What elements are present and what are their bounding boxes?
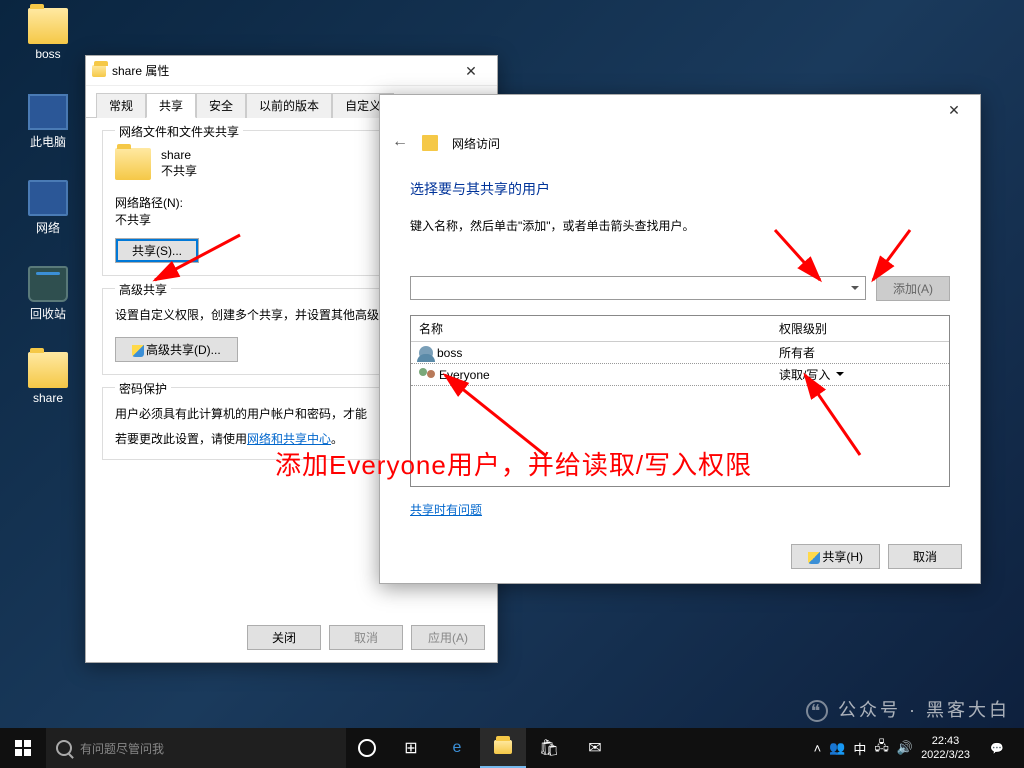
search-box[interactable]: 有问题尽管问我 — [46, 728, 346, 768]
search-icon — [56, 740, 72, 756]
windows-icon — [15, 740, 31, 756]
user-name: boss — [437, 346, 462, 360]
share-button[interactable]: 共享(S)... — [115, 238, 199, 263]
group-icon — [419, 368, 435, 382]
shield-icon — [132, 345, 144, 357]
mail-icon[interactable]: ✉ — [572, 728, 618, 768]
section-title: 密码保护 — [115, 380, 171, 397]
shield-icon — [808, 552, 820, 564]
close-icon[interactable]: ✕ — [934, 96, 974, 124]
properties-title: share 属性 — [112, 62, 451, 79]
cancel-button[interactable]: 取消 — [888, 544, 962, 569]
taskbar: 有问题尽管问我 ⊞ e 🛍 ✉ ˄ 👥 中 🖧 🔊 22:43 2022/3/2… — [0, 728, 1024, 768]
perm-dropdown[interactable]: 读取/写入 — [771, 366, 949, 383]
folder-icon — [115, 148, 151, 180]
desktop-icon-network[interactable]: 网络 — [18, 180, 78, 236]
clock[interactable]: 22:43 2022/3/23 — [921, 734, 970, 762]
explorer-icon[interactable] — [480, 728, 526, 768]
user-combo[interactable] — [410, 276, 866, 300]
advanced-share-button[interactable]: 高级共享(D)... — [115, 337, 238, 362]
col-header-perm[interactable]: 权限级别 — [771, 316, 949, 341]
apply-button[interactable]: 应用(A) — [411, 625, 485, 650]
tab-sharing[interactable]: 共享 — [146, 93, 196, 118]
cortana-icon[interactable] — [358, 739, 376, 757]
heading: 选择要与其共享的用户 — [410, 179, 950, 199]
tray-network-icon[interactable]: 🖧 — [874, 737, 889, 759]
close-icon[interactable]: ✕ — [451, 57, 491, 85]
notifications-icon[interactable]: 💬 — [978, 728, 1016, 768]
chevron-down-icon — [836, 372, 844, 380]
col-header-name[interactable]: 名称 — [411, 316, 771, 341]
tray-volume-icon[interactable]: 🔊 — [897, 740, 913, 756]
network-access-window: ✕ ← 网络访问 选择要与其共享的用户 键入名称，然后单击"添加"，或者单击箭头… — [379, 94, 981, 584]
properties-titlebar[interactable]: share 属性 ✕ — [86, 56, 497, 86]
start-button[interactable] — [0, 728, 46, 768]
table-row[interactable]: boss 所有者 — [411, 342, 949, 363]
close-button[interactable]: 关闭 — [247, 625, 321, 650]
description: 键入名称，然后单击"添加"，或者单击箭头查找用户。 — [410, 217, 950, 234]
share-button[interactable]: 共享(H) — [791, 544, 880, 569]
add-button[interactable]: 添加(A) — [876, 276, 950, 301]
tray-chevron-icon[interactable]: ˄ — [814, 741, 822, 756]
permissions-grid: 名称 权限级别 boss 所有者 Everyone 读取/写入 — [410, 315, 950, 487]
user-icon — [419, 346, 433, 360]
tray-people-icon[interactable]: 👥 — [829, 740, 845, 756]
edge-icon[interactable]: e — [434, 728, 480, 768]
folder-icon — [92, 65, 106, 77]
desktop-icon-share[interactable]: share — [18, 352, 78, 405]
share-status: 不共享 — [161, 162, 197, 179]
task-view-icon[interactable]: ⊞ — [388, 728, 434, 768]
desktop-icon-recycle[interactable]: 回收站 — [18, 266, 78, 322]
tab-general[interactable]: 常规 — [96, 93, 146, 118]
network-center-link[interactable]: 网络和共享中心 — [247, 432, 331, 446]
folder-icon — [422, 135, 438, 151]
user-name: Everyone — [439, 368, 490, 382]
back-icon[interactable]: ← — [392, 133, 412, 153]
section-title: 高级共享 — [115, 281, 171, 298]
share-name: share — [161, 148, 197, 162]
tray-ime-icon[interactable]: 中 — [853, 739, 866, 758]
watermark: ❝公众号 · 黑客大白 — [806, 696, 1010, 722]
desktop-icon-boss[interactable]: boss — [18, 8, 78, 61]
cancel-button[interactable]: 取消 — [329, 625, 403, 650]
section-title: 网络文件和文件夹共享 — [115, 123, 243, 140]
search-placeholder: 有问题尽管问我 — [80, 740, 164, 757]
table-row[interactable]: Everyone 读取/写入 — [411, 363, 949, 386]
window-title: 网络访问 — [452, 135, 500, 152]
perm-value: 所有者 — [771, 344, 949, 361]
tab-previous[interactable]: 以前的版本 — [246, 93, 332, 118]
help-link[interactable]: 共享时有问题 — [410, 503, 482, 517]
tab-security[interactable]: 安全 — [196, 93, 246, 118]
store-icon[interactable]: 🛍 — [526, 728, 572, 768]
desktop-icon-pc[interactable]: 此电脑 — [18, 94, 78, 150]
